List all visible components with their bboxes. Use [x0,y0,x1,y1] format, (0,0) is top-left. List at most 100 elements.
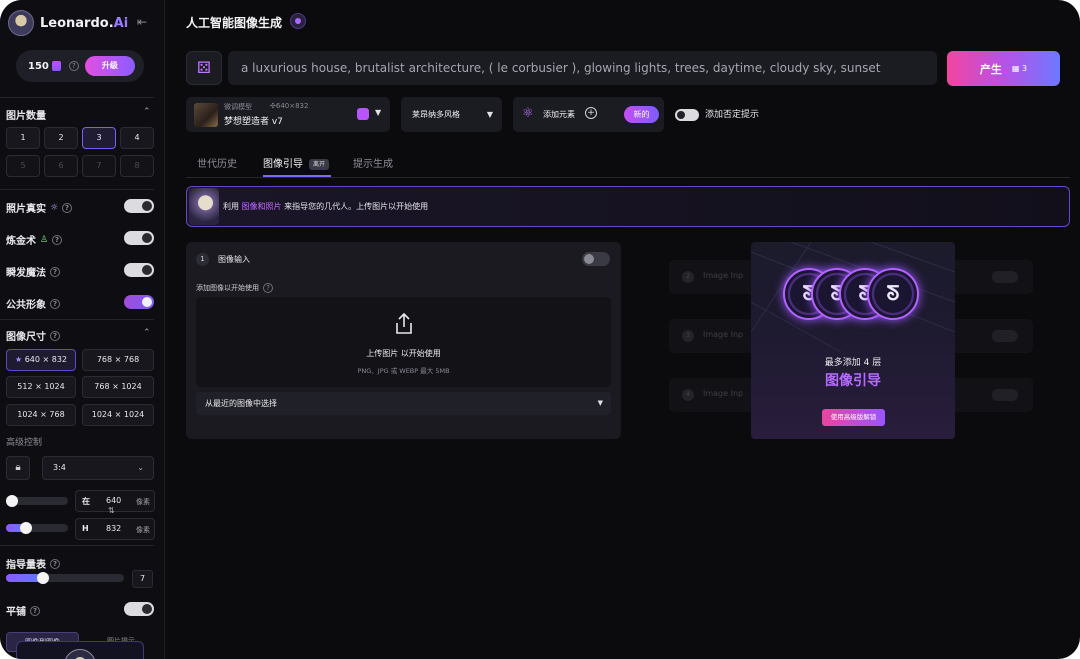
chevron-up-icon[interactable]: ⌃ [143,328,151,338]
collapse-sidebar-icon[interactable]: ⇤ [137,15,153,29]
chevron-up-icon[interactable]: ⌃ [143,107,151,117]
random-prompt-button[interactable]: ⚄ [186,51,222,85]
row-label: Image Inp [703,330,744,339]
image-count-option-3[interactable]: 3 [82,127,116,149]
help-icon[interactable]: ? [52,234,63,245]
prompt-magic-toggle[interactable] [124,263,154,277]
aspect-ratio-value: 3:4 [53,463,66,472]
lock-ratio-button[interactable]: 🔒︎ [6,456,30,480]
help-icon[interactable]: ? [50,558,60,569]
generate-button[interactable]: 产生 ▦ 3 [947,51,1060,86]
model-settings-icon[interactable] [357,108,369,120]
help-icon[interactable]: ? [30,605,40,616]
guidance-title: 指导量表 [6,560,46,571]
promo-line2: 图像引导 [825,373,881,389]
wizard-avatar [189,188,219,225]
image-count-option-1[interactable]: 1 [6,127,40,149]
image-count-option-6[interactable]: 6 [44,155,78,177]
guidance-row: 指导量表 ? [6,556,60,571]
token-count: 150 [28,60,49,72]
help-icon[interactable]: ? [50,330,60,341]
brand[interactable]: Leonardo.Ai [8,10,128,36]
guidance-slider[interactable] [6,572,124,584]
alchemy-toggle[interactable] [124,231,154,245]
photoreal-toggle[interactable] [124,199,154,213]
dice-icon: ⚄ [197,58,211,77]
chevron-down-icon: ▼ [597,399,603,407]
image-count-option-8[interactable]: 8 [120,155,154,177]
image-count-option-5[interactable]: 5 [6,155,40,177]
image-count-option-4[interactable]: 4 [120,127,154,149]
banner-highlight: 图像和照片 [241,202,282,211]
size-option-1024x1024[interactable]: 1024 × 1024 [82,404,154,426]
info-badge-icon[interactable] [290,13,306,29]
guidance-slider-handle[interactable] [37,572,49,584]
width-slider-handle[interactable] [6,495,18,507]
help-icon[interactable]: ? [68,61,79,71]
swap-dimensions-icon[interactable]: ⇅ [108,506,115,515]
height-field[interactable]: H 832 像素 [75,518,155,540]
active-tab-indicator [263,175,331,177]
height-slider-handle[interactable] [20,522,32,534]
tab-prompt-generation[interactable]: 提示生成 [353,155,393,170]
height-slider[interactable] [6,522,68,534]
width-slider[interactable] [6,495,68,507]
panel-title: 图像输入 [218,255,250,264]
size-option-640x832[interactable]: ★ 640 × 832 [6,349,76,371]
size-option-512x1024[interactable]: 512 × 1024 [6,376,76,398]
size-option-1024x768[interactable]: 1024 × 768 [6,404,76,426]
help-icon[interactable]: ? [62,202,73,213]
row-label: Image Inp [703,389,744,398]
advanced-controls-label: 高级控制 [6,438,43,448]
aspect-ratio-select[interactable]: 3:4 ⌄ [42,456,154,480]
model-select[interactable]: 微调模型 ✣640×832 梦想塑造者 v7 ▼ [186,97,390,132]
image-count-option-7[interactable]: 7 [82,155,116,177]
image-to-image-card[interactable] [16,641,144,659]
public-image-toggle[interactable] [124,295,154,309]
width-field[interactable]: 在 640 像素 [75,490,155,512]
public-image-row: 公共形象 ? [6,296,60,311]
help-icon[interactable]: ? [50,266,60,277]
guidance-value[interactable]: 7 [132,570,153,588]
brand-name: Leonardo.Ai [40,15,129,31]
image-input-panel: 1 图像输入 添加图像以开始使用? 上传图片 以开始使用 PNG、JPG 或 W… [186,242,621,439]
negative-prompt-toggle[interactable] [675,109,699,121]
plus-icon[interactable]: + [585,107,597,119]
height-unit: 像素 [136,526,150,534]
help-icon[interactable]: ? [263,283,273,293]
upgrade-button[interactable]: 升级 [84,56,135,76]
negative-prompt-label: 添加否定提示 [705,110,760,120]
lock-icon: 🔒︎ [15,462,21,473]
image-input-toggle[interactable] [582,252,610,266]
panel-number: 1 [196,253,209,266]
row-number: 2 [682,271,694,283]
help-icon[interactable]: ? [50,298,60,309]
unlock-premium-button[interactable]: 使用高级版解锁 [822,409,885,426]
tiling-toggle[interactable] [124,602,154,616]
leonardo-logo-icon [8,10,34,36]
upload-icon [396,312,412,334]
recent-images-select[interactable]: 从最近的图像中选择 ▼ [196,392,611,415]
size-option-768x1024[interactable]: 768 × 1024 [82,376,154,398]
style-select[interactable]: 莱昂纳多风格 ▼ [401,97,502,132]
image-guidance-banner: 利用 图像和照片 来指导您的几代人。上传图片以开始使用 [186,186,1070,227]
chevron-down-icon: ▼ [375,108,382,117]
divider [0,545,154,546]
upgrade-promo-card: ᘕ ᘕ ᘕ ᘕ 最多添加 4 层 图像引导 使用高级版解锁 [751,242,955,439]
prompt-magic-label: 瞬发魔法 [6,268,46,279]
row-toggle [992,330,1018,342]
image-count-option-2[interactable]: 2 [44,127,78,149]
size-option-768x768[interactable]: 768 × 768 [82,349,154,371]
tab-image-guidance[interactable]: 图像引导 离开 [263,155,329,170]
tab-generation-history[interactable]: 世代历史 [197,155,237,170]
photoreal-label: 照片真实 [6,204,46,215]
main-content: 人工智能图像生成 ⚄ a luxurious house, brutalist … [166,0,1080,659]
add-elements[interactable]: ⚛ 添加元素 + 新的 [513,97,664,132]
upload-dropzone[interactable]: 上传图片 以开始使用 PNG、JPG 或 WEBP 最大 5MB [196,297,611,387]
model-type-label: 微调模型 [224,103,252,111]
row-number: 3 [682,330,694,342]
prompt-input[interactable]: a luxurious house, brutalist architectur… [228,51,937,85]
row-toggle [992,271,1018,283]
tab-badge: 离开 [309,159,329,170]
image-size-row: 图像尺寸 ? [6,328,60,343]
